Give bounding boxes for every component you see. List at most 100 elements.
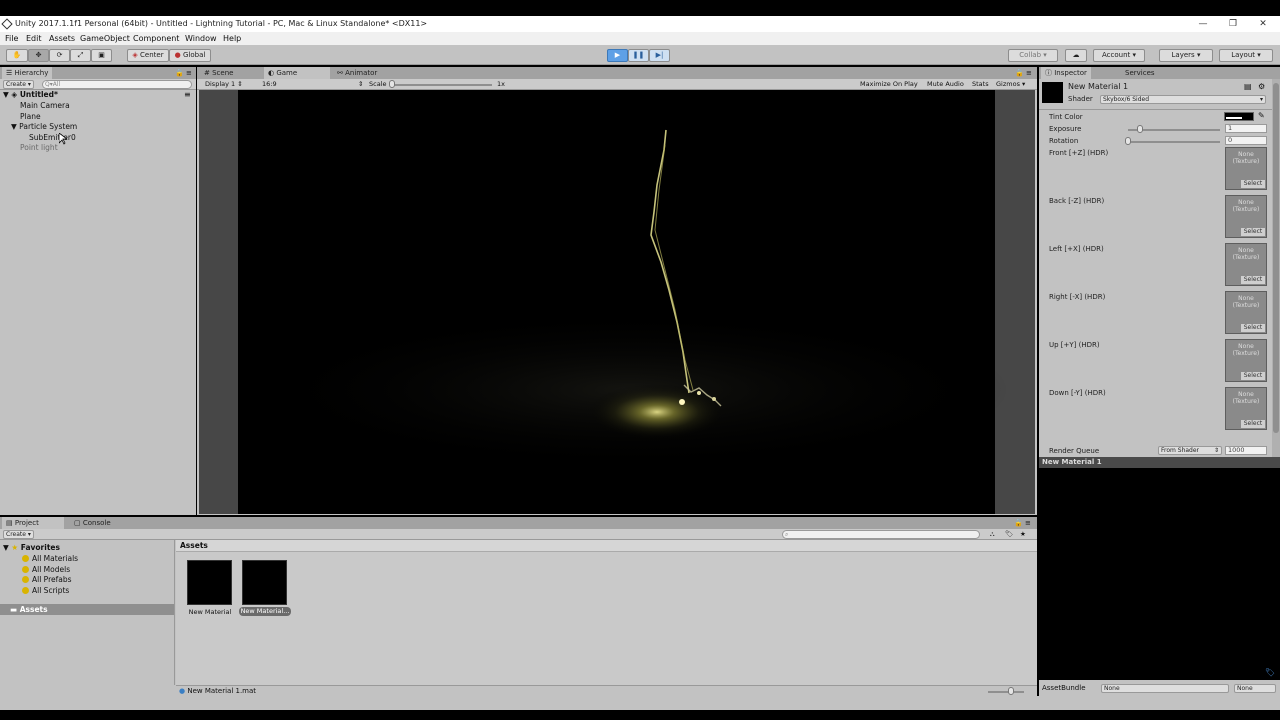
favorite-item[interactable]: All Prefabs bbox=[22, 575, 72, 584]
cloud-button[interactable]: ☁ bbox=[1065, 49, 1087, 62]
assetbundle-dropdown[interactable]: None bbox=[1101, 684, 1229, 693]
menu-window[interactable]: Window bbox=[185, 32, 217, 45]
display-dropdown[interactable]: Display 1 ⇕ bbox=[205, 79, 243, 90]
filter-label-icon[interactable]: 🏷 bbox=[1005, 529, 1013, 540]
asset-thumbnail-selected[interactable] bbox=[242, 560, 287, 605]
select-button[interactable]: Select bbox=[1241, 276, 1265, 284]
front-texture-slot[interactable]: None (Texture) Select bbox=[1225, 147, 1267, 190]
tab-services[interactable]: Services bbox=[1121, 67, 1159, 79]
up-texture-slot[interactable]: None (Texture) Select bbox=[1225, 339, 1267, 382]
down-texture-slot[interactable]: None (Texture) Select bbox=[1225, 387, 1267, 430]
hierarchy-create-button[interactable]: Create ▾ bbox=[3, 80, 34, 89]
favorite-item[interactable]: All Scripts bbox=[22, 586, 69, 595]
render-queue-mode-dropdown[interactable]: From Shader ⇕ bbox=[1158, 446, 1222, 455]
hand-tool-button[interactable]: ✋ bbox=[6, 49, 28, 62]
select-button[interactable]: Select bbox=[1241, 180, 1265, 188]
asset-thumbnail[interactable] bbox=[187, 560, 232, 605]
thumbnail-size-slider-track[interactable] bbox=[988, 691, 1024, 693]
material-preview[interactable]: 🏷 bbox=[1039, 468, 1280, 680]
maximize-button[interactable]: ❐ bbox=[1218, 16, 1248, 32]
exposure-value-field[interactable]: 1 bbox=[1225, 124, 1267, 133]
menu-help[interactable]: Help bbox=[223, 32, 241, 45]
back-texture-slot[interactable]: None (Texture) Select bbox=[1225, 195, 1267, 238]
account-dropdown[interactable]: Account ▾ bbox=[1093, 49, 1145, 62]
space-toggle[interactable]: ● Global bbox=[169, 49, 211, 62]
scale-slider-knob[interactable] bbox=[389, 80, 395, 88]
hierarchy-item[interactable]: SubEmitter0 bbox=[29, 133, 76, 143]
assets-breadcrumb[interactable]: Assets bbox=[176, 540, 1037, 552]
scene-menu-icon[interactable]: ≡ bbox=[184, 90, 191, 99]
collab-dropdown[interactable]: Collab ▾ bbox=[1008, 49, 1058, 62]
panel-menu-icon[interactable]: ≡ bbox=[1025, 517, 1031, 529]
gizmos-dropdown[interactable]: Gizmos ▾ bbox=[996, 79, 1025, 90]
eyedropper-icon[interactable]: ✎ bbox=[1258, 111, 1265, 120]
filter-type-icon[interactable]: ⛬ bbox=[990, 529, 995, 540]
tab-inspector[interactable]: ⓘ Inspector bbox=[1041, 67, 1091, 79]
thumbnail-size-slider-knob[interactable] bbox=[1008, 687, 1014, 695]
lock-icon[interactable]: 🔒 bbox=[1014, 517, 1023, 529]
maximize-on-play-toggle[interactable]: Maximize On Play bbox=[860, 79, 918, 90]
close-button[interactable]: ✕ bbox=[1248, 16, 1278, 32]
project-create-button[interactable]: Create ▾ bbox=[3, 530, 34, 539]
panel-menu-icon[interactable]: ≡ bbox=[186, 67, 192, 79]
scale-tool-button[interactable]: ⤢ bbox=[70, 49, 91, 62]
hierarchy-item[interactable]: Main Camera bbox=[20, 101, 70, 111]
exposure-slider-knob[interactable] bbox=[1136, 125, 1143, 133]
pause-button[interactable]: ❚❚ bbox=[628, 49, 649, 62]
gear-icon[interactable]: ⚙ bbox=[1258, 82, 1265, 91]
tab-animator[interactable]: ⚯ Animator bbox=[333, 67, 381, 79]
aspect-dropdown[interactable]: 16:9 ⇕ bbox=[262, 79, 367, 90]
lock-icon[interactable]: 🔒 bbox=[175, 67, 184, 79]
mute-audio-toggle[interactable]: Mute Audio bbox=[927, 79, 964, 90]
tab-game[interactable]: ◐ Game bbox=[264, 67, 330, 79]
play-button[interactable]: ▶ bbox=[607, 49, 628, 62]
hierarchy-item[interactable]: Point light bbox=[20, 143, 58, 153]
shader-dropdown[interactable]: Skybox/6 Sided ▾ bbox=[1100, 95, 1266, 104]
tab-project[interactable]: ▤ Project bbox=[2, 517, 64, 529]
tab-hierarchy[interactable]: ☰ Hierarchy bbox=[2, 67, 53, 79]
tag-icon[interactable]: 🏷 bbox=[1265, 668, 1275, 677]
menu-gameobject[interactable]: GameObject bbox=[80, 32, 130, 45]
step-button[interactable]: ▶| bbox=[649, 49, 670, 62]
lock-icon[interactable]: 🔒 bbox=[1015, 67, 1024, 79]
project-search-input[interactable]: ⌕ bbox=[782, 530, 980, 539]
pivot-toggle[interactable]: ◈ Center bbox=[127, 49, 169, 62]
assets-folder-root[interactable]: ▬ Assets bbox=[0, 604, 174, 615]
scale-slider-track[interactable] bbox=[392, 84, 492, 86]
minimize-button[interactable]: — bbox=[1188, 16, 1218, 32]
preview-header[interactable]: New Material 1 bbox=[1039, 457, 1280, 468]
select-button[interactable]: Select bbox=[1241, 324, 1265, 332]
left-texture-slot[interactable]: None (Texture) Select bbox=[1225, 243, 1267, 286]
stats-toggle[interactable]: Stats bbox=[972, 79, 989, 90]
game-viewport[interactable] bbox=[199, 90, 1035, 514]
render-queue-value-field[interactable]: 1000 bbox=[1225, 446, 1267, 455]
select-button[interactable]: Select bbox=[1241, 372, 1265, 380]
menu-file[interactable]: File bbox=[5, 32, 18, 45]
favorite-item[interactable]: All Materials bbox=[22, 554, 78, 563]
move-tool-button[interactable]: ✥ bbox=[28, 49, 49, 62]
rect-tool-button[interactable]: ▣ bbox=[91, 49, 112, 62]
menu-edit[interactable]: Edit bbox=[26, 32, 42, 45]
rotation-slider-track[interactable] bbox=[1128, 141, 1220, 143]
favorites-header[interactable]: ▼ ★ Favorites bbox=[3, 543, 60, 552]
rotation-value-field[interactable]: 0 bbox=[1225, 136, 1267, 145]
right-texture-slot[interactable]: None (Texture) Select bbox=[1225, 291, 1267, 334]
inspector-scrollbar[interactable] bbox=[1272, 79, 1280, 457]
tint-color-field[interactable] bbox=[1224, 112, 1254, 121]
layout-dropdown[interactable]: Layout ▾ bbox=[1219, 49, 1273, 62]
panel-menu-icon[interactable]: ≡ bbox=[1026, 67, 1032, 79]
rotation-slider-knob[interactable] bbox=[1125, 137, 1131, 145]
hierarchy-item-particle-system[interactable]: ▼ Particle System bbox=[11, 122, 77, 132]
favorite-star-icon[interactable]: ★ bbox=[1020, 529, 1026, 540]
assetbundle-variant-dropdown[interactable]: None bbox=[1234, 684, 1276, 693]
rotate-tool-button[interactable]: ⟳ bbox=[49, 49, 70, 62]
hierarchy-search-input[interactable]: Q▾All bbox=[42, 80, 192, 89]
select-button[interactable]: Select bbox=[1241, 420, 1265, 428]
scene-root[interactable]: ▼ ◈ Untitled* bbox=[3, 90, 58, 100]
help-icon[interactable]: ▤ bbox=[1244, 82, 1252, 91]
select-button[interactable]: Select bbox=[1241, 228, 1265, 236]
hierarchy-item[interactable]: Plane bbox=[20, 112, 41, 122]
tab-scene[interactable]: # Scene bbox=[200, 67, 237, 79]
layers-dropdown[interactable]: Layers ▾ bbox=[1159, 49, 1213, 62]
tab-console[interactable]: ▢ Console bbox=[70, 517, 115, 529]
